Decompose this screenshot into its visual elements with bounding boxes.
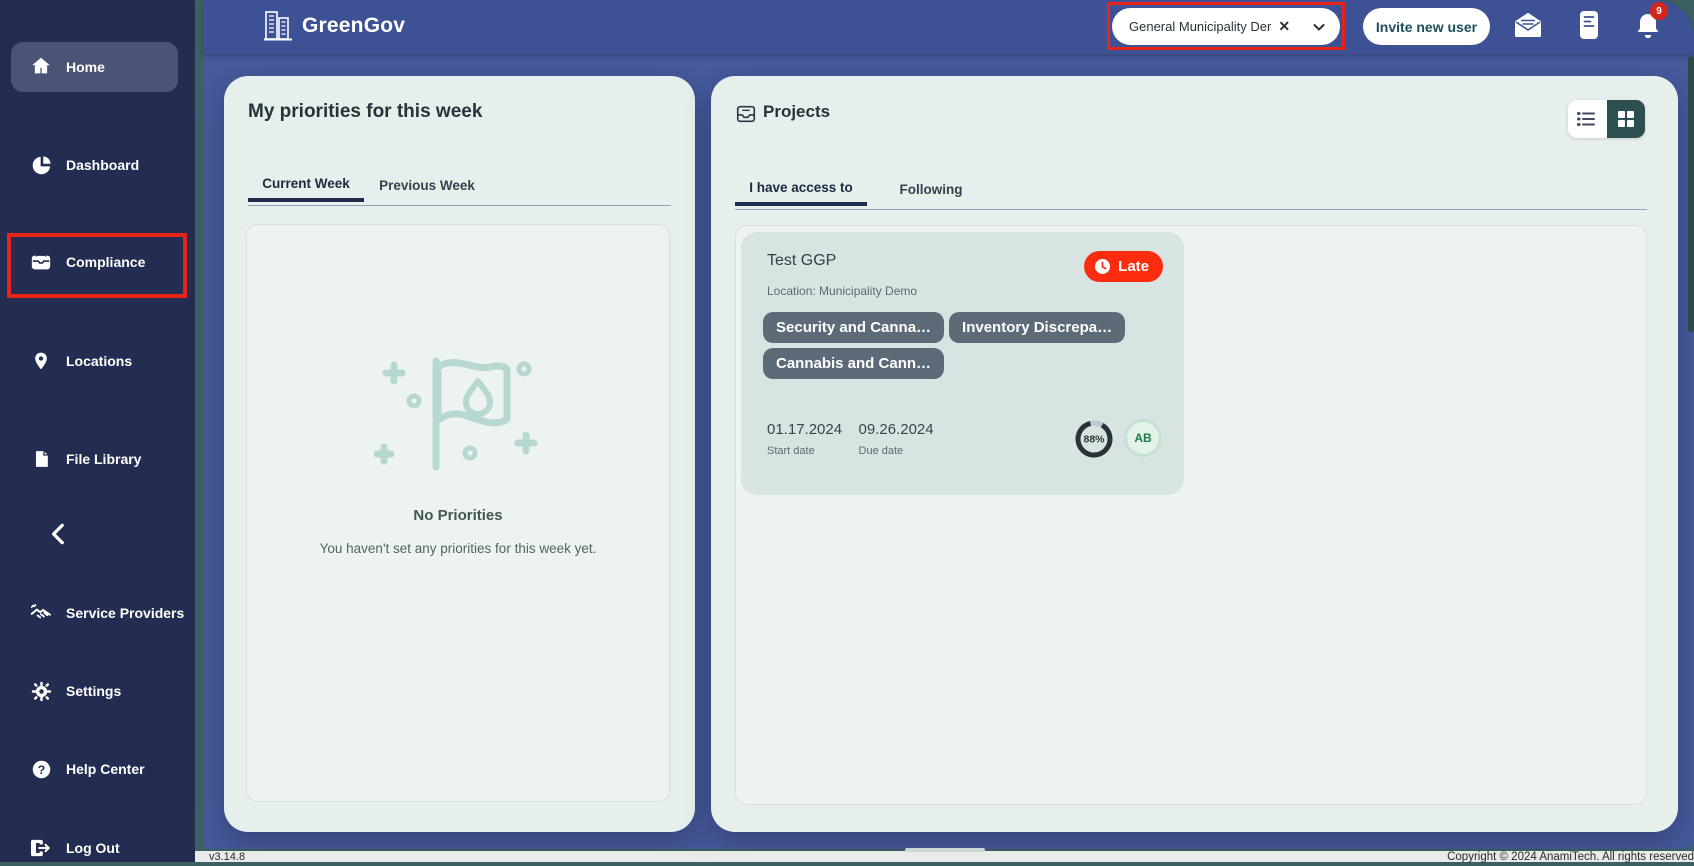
project-tile-test-ggp[interactable]: Test GGP Late Location: Municipality Dem…	[741, 232, 1184, 495]
no-priorities-flag-illustration	[374, 357, 538, 471]
sidebar-item-home[interactable]: Home	[11, 42, 178, 92]
projects-card: Projects I have access to Following Test…	[711, 76, 1678, 832]
map-pin-icon	[30, 350, 52, 372]
sidebar-item-compliance[interactable]: Compliance	[0, 244, 195, 280]
sidebar-collapse-button[interactable]	[46, 521, 76, 551]
start-date-label: Start date	[767, 445, 815, 457]
view-toggle	[1568, 100, 1645, 138]
priorities-empty-panel: No Priorities You haven't set any priori…	[246, 224, 670, 802]
project-tag: Inventory Discrepa…	[949, 312, 1126, 343]
sidebar-item-help-center[interactable]: ? Help Center	[0, 751, 195, 787]
tabs-divider	[248, 205, 671, 206]
clear-selection-icon[interactable]: ✕	[1278, 18, 1290, 35]
sidebar-item-locations[interactable]: Locations	[0, 343, 195, 379]
sidebar-nav: Home Dashboard Compliance Locations File…	[0, 0, 195, 862]
compliance-archive-icon	[30, 251, 52, 273]
footer-bar: v3.14.8 Copyright © 2024 AnamiTech. All …	[195, 851, 1694, 863]
tab-current-week[interactable]: Current Week	[248, 168, 364, 202]
reports-button[interactable]	[1578, 9, 1600, 46]
tab-previous-week[interactable]: Previous Week	[366, 168, 488, 202]
sidebar-item-service-providers[interactable]: Service Providers	[0, 595, 195, 631]
buildings-icon	[264, 11, 292, 41]
horizontal-scrollbar-thumb[interactable]	[905, 848, 985, 852]
dashboard-icon	[30, 155, 52, 176]
help-icon: ?	[30, 759, 52, 780]
notification-count-badge: 9	[1650, 2, 1668, 20]
vertical-scrollbar-thumb[interactable]	[1688, 56, 1694, 332]
file-icon	[30, 448, 52, 470]
home-icon	[30, 55, 52, 80]
due-date-label: Due date	[858, 445, 904, 457]
sidebar-item-dashboard[interactable]: Dashboard	[0, 147, 195, 183]
sidebar-item-settings[interactable]: Settings	[0, 673, 195, 709]
due-date-value: 09.26.2024	[858, 421, 934, 438]
grid-view-button[interactable]	[1606, 100, 1645, 138]
status-badge: Late	[1084, 251, 1163, 282]
sidebar-item-label: File Library	[66, 451, 142, 467]
sidebar-item-label: Service Providers	[66, 605, 185, 621]
sidebar-item-file-library[interactable]: File Library	[0, 441, 195, 477]
progress-ring: 88%	[1075, 420, 1113, 458]
assignee-avatar: AB	[1124, 419, 1162, 457]
invite-new-user-button[interactable]: Invite new user	[1363, 8, 1490, 45]
status-badge-label: Late	[1118, 258, 1149, 275]
messages-button[interactable]	[1512, 11, 1544, 46]
logout-icon	[30, 838, 52, 858]
tab-i-have-access-to[interactable]: I have access to	[735, 172, 867, 206]
priorities-card: My priorities for this week Current Week…	[224, 76, 695, 832]
priorities-title: My priorities for this week	[248, 101, 483, 122]
mail-icon	[1515, 13, 1541, 37]
grid-view-icon	[1617, 111, 1634, 127]
chevron-left-icon	[51, 523, 64, 545]
sidebar-item-label: Compliance	[66, 254, 146, 270]
gear-icon	[30, 681, 52, 702]
tabs-divider	[735, 209, 1647, 210]
chevron-down-icon[interactable]	[1311, 19, 1327, 35]
project-location: Location: Municipality Demo	[767, 284, 918, 298]
project-tags: Security and Canna… Inventory Discrepa… …	[763, 312, 1153, 379]
project-name: Test GGP	[767, 252, 837, 269]
list-view-button[interactable]	[1568, 100, 1607, 138]
organization-selector[interactable]: General Municipality Der ✕	[1112, 8, 1340, 45]
app-version: v3.14.8	[209, 851, 246, 863]
projects-title: Projects	[763, 102, 831, 121]
organization-selector-value: General Municipality Der	[1129, 19, 1272, 34]
tab-following[interactable]: Following	[875, 172, 987, 206]
no-priorities-message: You haven't set any priorities for this …	[319, 541, 597, 556]
list-view-icon	[1577, 112, 1596, 126]
projects-tray-icon	[736, 105, 756, 123]
projects-list-panel: Test GGP Late Location: Municipality Dem…	[735, 225, 1647, 805]
sidebar-item-label: Dashboard	[66, 157, 140, 173]
project-tag: Cannabis and Cann…	[763, 348, 945, 379]
sidebar-item-label: Locations	[66, 353, 133, 369]
project-dates: 01.17.2024 Start date 09.26.2024 Due dat…	[767, 421, 946, 457]
clock-icon	[1095, 259, 1111, 274]
sidebar-item-label: Log Out	[66, 840, 120, 856]
document-list-icon	[1580, 11, 1598, 39]
copyright-text: Copyright © 2024 AnamiTech. All rights r…	[1447, 851, 1694, 863]
project-tag: Security and Canna…	[763, 312, 945, 343]
no-priorities-title: No Priorities	[413, 507, 503, 524]
start-date-value: 01.17.2024	[767, 421, 843, 438]
sidebar-item-label: Settings	[66, 683, 122, 699]
brand-name: GreenGov	[302, 14, 406, 37]
sidebar-item-label: Help Center	[66, 761, 145, 777]
progress-percent: 88%	[1083, 434, 1105, 446]
sidebar-item-log-out[interactable]: Log Out	[0, 830, 195, 866]
app-logo: GreenGov	[263, 9, 405, 43]
svg-text:?: ?	[37, 762, 44, 776]
sidebar-item-label: Home	[66, 59, 105, 75]
handshake-icon	[30, 603, 52, 623]
